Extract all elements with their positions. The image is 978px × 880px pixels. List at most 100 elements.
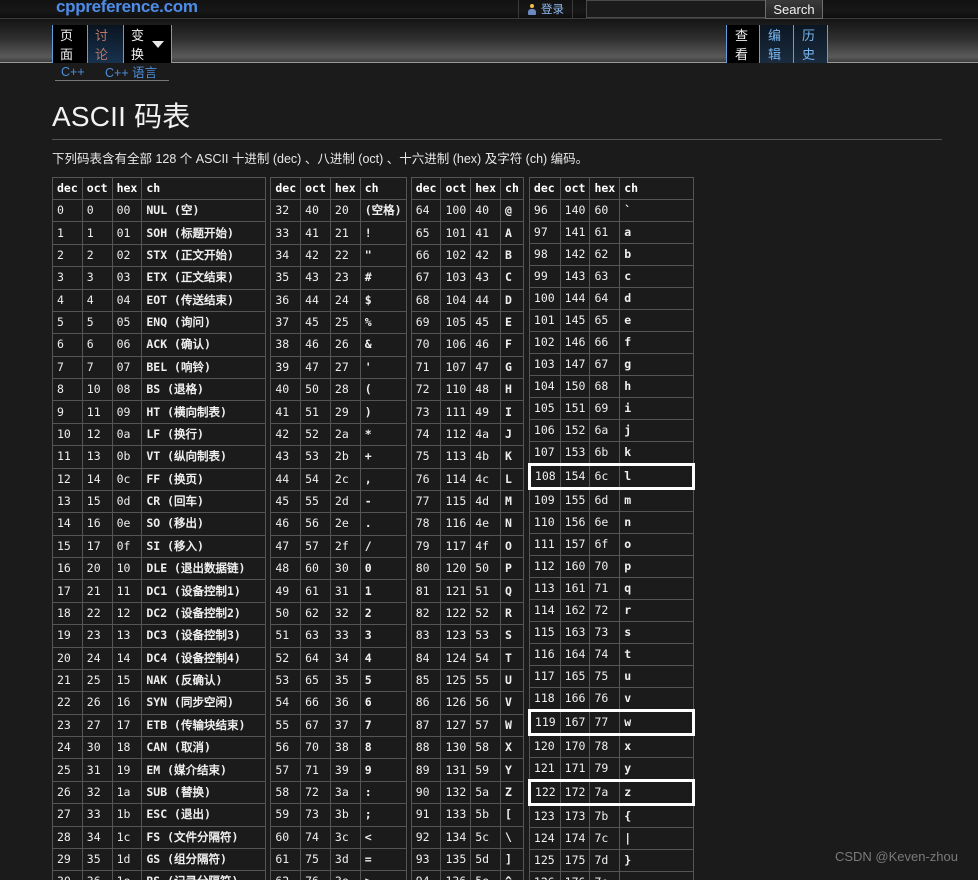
nav-tab-page[interactable]: 页面 — [52, 25, 88, 63]
cell-ch: 9 — [359, 758, 407, 782]
table-row: 9 11 09 HT (横向制表) — [52, 400, 267, 424]
cell-ch: a — [619, 221, 694, 244]
table-row: 25 31 19 EM (媒介结束) — [52, 758, 267, 782]
cell-hex: 7a — [589, 779, 621, 806]
cell-hex: 09 — [111, 400, 143, 424]
cell-hex: 00 — [111, 198, 143, 223]
cell-dec: 1 — [52, 221, 83, 245]
table-row: 40 50 28( — [270, 377, 407, 402]
cell-dec: 97 — [528, 221, 561, 244]
cell-hex: 2e — [329, 512, 361, 536]
cell-oct: 151 — [559, 397, 591, 420]
cell-dec: 102 — [528, 331, 561, 354]
cell-ch: 4 — [359, 646, 407, 670]
table-row: 36 44 24 $ — [270, 288, 407, 312]
cell-dec: 30 — [52, 870, 83, 880]
cell-dec: 71 — [410, 355, 442, 380]
cell-oct: 166 — [559, 687, 591, 711]
table-row: 59 73 3b; — [270, 803, 407, 827]
cell-dec: 42 — [270, 422, 302, 447]
cell-ch: FS (文件分隔符) — [141, 825, 267, 849]
cell-dec: 45 — [270, 489, 302, 514]
login-link[interactable]: 登录 — [518, 0, 573, 18]
nav-tab-discussion[interactable]: 讨论 — [88, 25, 124, 63]
nav-tab-variants[interactable]: 变换 — [124, 25, 172, 63]
cell-ch: J — [500, 422, 524, 447]
cell-oct: 76 — [300, 870, 331, 880]
table-row: 32 40 20 (空格) — [270, 198, 407, 223]
table-row: 45 55 2d - — [270, 489, 407, 514]
cell-ch: DLE (退出数据链) — [141, 556, 267, 581]
cell-ch: V — [500, 691, 524, 715]
cell-hex: 42 — [470, 243, 502, 268]
nav-tab-edit[interactable]: 编辑 — [760, 25, 794, 63]
cell-hex: 04 — [111, 288, 143, 312]
cell-hex: 07 — [111, 355, 143, 380]
cell-hex: 7d — [589, 849, 621, 872]
breadcrumb-item-cpp-lang[interactable]: C++ 语言 — [99, 63, 169, 81]
cell-ch: $ — [359, 288, 407, 312]
cell-dec: 36 — [270, 288, 302, 312]
cell-hex: 68 — [589, 375, 621, 398]
cell-oct: 15 — [81, 489, 113, 514]
cell-ch: = — [359, 847, 407, 872]
cell-dec: 67 — [410, 266, 442, 290]
table-row: 23 27 17 ETB (传输块结束) — [52, 713, 267, 738]
cell-hex: 5d — [470, 847, 502, 872]
cell-oct: 173 — [559, 804, 591, 828]
cell-hex: 24 — [329, 288, 361, 312]
nav-tab-history[interactable]: 历史 — [794, 25, 828, 63]
search-input[interactable] — [586, 0, 770, 18]
cell-hex: 71 — [589, 577, 621, 600]
table-row: 44 54 2c, — [270, 467, 407, 491]
cell-hex: 02 — [111, 243, 143, 268]
cell-hex: 72 — [589, 599, 621, 622]
table-row: 19 23 13 DC3 (设备控制3) — [52, 624, 267, 648]
cell-ch: p — [619, 555, 694, 578]
nav-tab-view[interactable]: 查看 — [726, 25, 760, 63]
cell-dec: 68 — [410, 288, 442, 312]
cell-dec: 121 — [528, 757, 561, 781]
table-row: 88 130 58 X — [410, 735, 524, 760]
cell-ch: HT (横向制表) — [141, 400, 267, 424]
cell-hex: 37 — [329, 713, 361, 738]
cell-hex: 65 — [589, 309, 621, 332]
cell-dec: 103 — [528, 353, 561, 376]
cell-ch: # — [359, 266, 407, 290]
cell-dec: 109 — [528, 488, 561, 512]
cell-hex: 53 — [470, 624, 502, 648]
site-logo[interactable]: cppreference.com — [56, 0, 198, 17]
cell-dec: 51 — [270, 624, 302, 648]
cell-dec: 35 — [270, 266, 302, 290]
cell-ch: SO (移出) — [141, 512, 267, 536]
cell-dec: 91 — [410, 803, 442, 827]
cell-oct: 150 — [559, 375, 591, 398]
cell-dec: 0 — [52, 198, 83, 223]
table-row: 107 153 6b k — [528, 441, 694, 465]
cell-hex: 48 — [470, 377, 502, 402]
cell-dec: 62 — [270, 870, 302, 880]
cell-hex: 64 — [589, 287, 621, 310]
cell-hex: 4b — [470, 445, 502, 469]
table-row: 52 64 34 4 — [270, 646, 407, 670]
cell-hex: 45 — [470, 310, 502, 335]
search-button[interactable]: Search — [765, 0, 823, 19]
cell-hex: 28 — [329, 377, 361, 402]
breadcrumb-item-cpp[interactable]: C++ — [55, 63, 99, 81]
cell-hex: 67 — [589, 353, 621, 376]
table-row: 76 114 4c L — [410, 467, 524, 491]
cell-ch: NUL (空) — [141, 198, 267, 223]
cell-ch: DC2 (设备控制2) — [141, 601, 267, 626]
cell-dec: 13 — [52, 489, 83, 514]
cell-oct: 117 — [440, 534, 472, 559]
cell-oct: 20 — [81, 556, 113, 581]
cell-ch: [ — [500, 803, 524, 827]
cell-oct: 26 — [81, 691, 113, 715]
table-row: 6 6 06 ACK (确认) — [52, 333, 267, 357]
cell-dec: 93 — [410, 847, 442, 872]
table-row: 12 14 0c FF (换页) — [52, 467, 267, 491]
cell-ch: ! — [359, 221, 407, 245]
table-row: 58 72 3a: — [270, 780, 407, 805]
cell-ch: W — [500, 713, 524, 738]
cell-oct: 161 — [559, 577, 591, 600]
